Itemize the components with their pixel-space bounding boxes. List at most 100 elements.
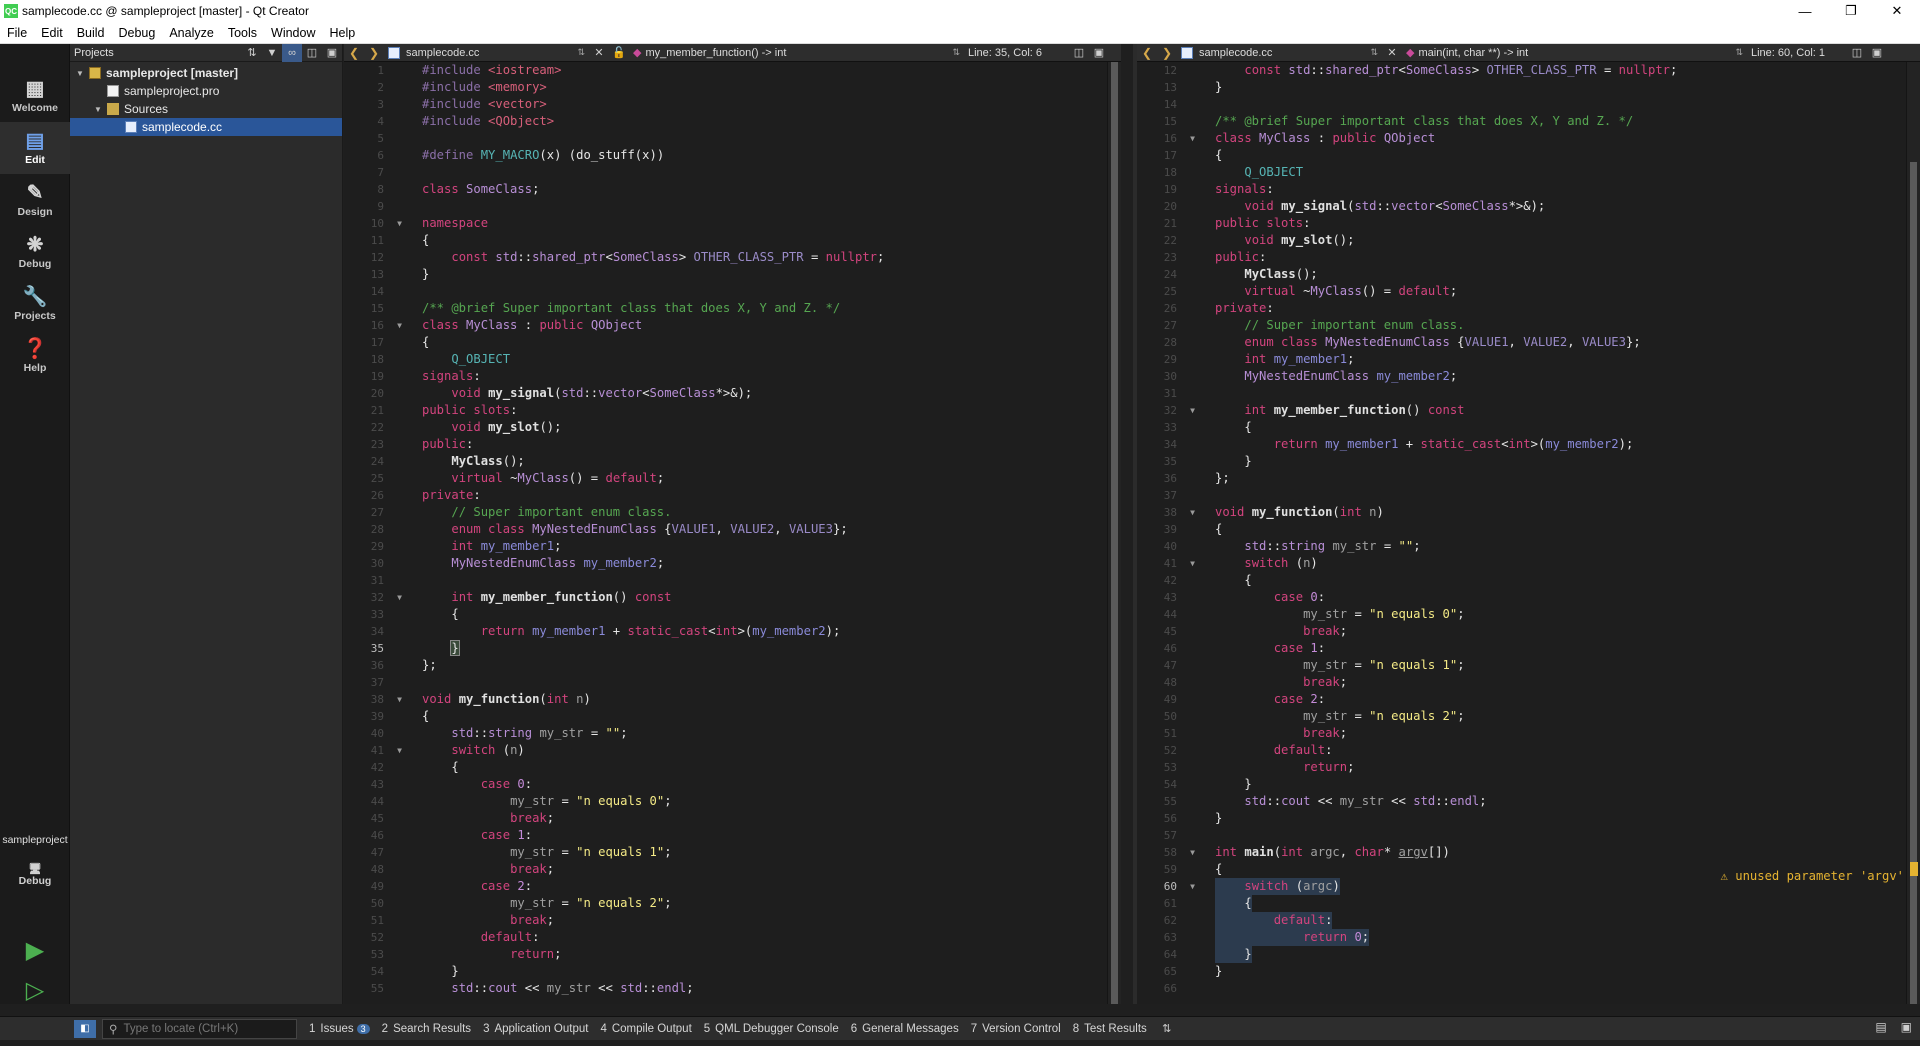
code-line[interactable]: }	[1215, 810, 1900, 827]
code-line[interactable]: }	[422, 266, 1101, 283]
code-line[interactable]: #include <iostream>	[422, 62, 1101, 79]
code-line[interactable]	[1215, 96, 1900, 113]
tree-item-sources[interactable]: ▼ Sources	[70, 100, 342, 118]
close-pane-icon[interactable]: ▣	[322, 44, 342, 62]
code-line[interactable]: break;	[1215, 623, 1900, 640]
code-line[interactable]: break;	[422, 912, 1101, 929]
split-icon[interactable]: ◫	[1069, 44, 1089, 62]
code-line[interactable]: return;	[422, 946, 1101, 963]
code-line[interactable]: #include <memory>	[422, 79, 1101, 96]
chevron-updown-icon[interactable]: ⇅	[1157, 1020, 1177, 1038]
split-icon[interactable]: ◫	[1847, 44, 1867, 62]
code-line[interactable]: break;	[422, 861, 1101, 878]
link-icon[interactable]: ∞	[282, 43, 302, 62]
forward-arrow-icon[interactable]: ❯	[364, 46, 384, 60]
output-tab-qml-debugger-console[interactable]: 5 QML Debugger Console	[704, 1023, 839, 1035]
code-line[interactable]	[422, 130, 1101, 147]
code-line[interactable]: public:	[1215, 249, 1900, 266]
code-line[interactable]: my_str = "n equals 2";	[1215, 708, 1900, 725]
tree-item-samplecode[interactable]: samplecode.cc	[70, 118, 342, 136]
code-line[interactable]: int my_member_function() const	[1215, 402, 1900, 419]
code-line[interactable]: const std::shared_ptr<SomeClass> OTHER_C…	[422, 249, 1101, 266]
tree-expand-icon[interactable]: ▼	[74, 69, 86, 78]
close-document-icon[interactable]: ✕	[1382, 44, 1402, 62]
symbol-combo[interactable]: ◆ my_member_function() -> int ⇅	[629, 44, 964, 62]
code-line[interactable]: {	[422, 232, 1101, 249]
menu-window[interactable]: Window	[264, 26, 322, 40]
left-code-area[interactable]: 1 2 3 4 5 6 7 8 9 10 ▼ 11 12 13 14 15 16 ▼ 17 18 19 20 21 22 23 2…	[344, 62, 1121, 1004]
menu-debug[interactable]: Debug	[112, 26, 163, 40]
fold-marker-icon[interactable]: ▼	[1190, 878, 1195, 895]
code-line[interactable]	[422, 674, 1101, 691]
code-line[interactable]: case 0:	[1215, 589, 1900, 606]
scrollbar-thumb[interactable]	[1111, 62, 1118, 1004]
code-line[interactable]: int my_member1;	[422, 538, 1101, 555]
code-line[interactable]: public slots:	[422, 402, 1101, 419]
mode-welcome[interactable]: ▦ Welcome	[0, 70, 70, 122]
file-combo[interactable]: samplecode.cc ⇅	[384, 44, 589, 62]
code-line[interactable]: break;	[422, 810, 1101, 827]
code-line[interactable]: {	[1215, 147, 1900, 164]
fold-marker-icon[interactable]: ▼	[397, 215, 402, 232]
fold-marker-icon[interactable]: ▼	[1190, 844, 1195, 861]
code-line[interactable]: // Super important enum class.	[1215, 317, 1900, 334]
output-tab-issues[interactable]: 1 Issues 3	[309, 1023, 370, 1035]
code-line[interactable]: void my_signal(std::vector<SomeClass*>&)…	[422, 385, 1101, 402]
filter-icon[interactable]: ▼	[262, 44, 282, 62]
code-line[interactable]: class MyClass : public QObject	[422, 317, 1101, 334]
tree-item-project[interactable]: ▼ sampleproject [master]	[70, 64, 342, 82]
code-line[interactable]: std::string my_str = "";	[422, 725, 1101, 742]
code-line[interactable]: std::string my_str = "";	[1215, 538, 1900, 555]
code-line[interactable]	[1215, 827, 1900, 844]
code-line[interactable]: virtual ~MyClass() = default;	[422, 470, 1101, 487]
code-line[interactable]: enum class MyNestedEnumClass {VALUE1, VA…	[1215, 334, 1900, 351]
code-line[interactable]: }	[1215, 79, 1900, 96]
code-line[interactable]: case 0:	[422, 776, 1101, 793]
code-line[interactable]	[422, 164, 1101, 181]
locator-input[interactable]: ⚲ Type to locate (Ctrl+K)	[102, 1018, 297, 1039]
code-line[interactable]: MyClass();	[1215, 266, 1900, 283]
menu-help[interactable]: Help	[322, 26, 362, 40]
code-line[interactable]: }	[1215, 963, 1900, 980]
cursor-position[interactable]: Line: 60, Col: 1	[1747, 44, 1847, 62]
code-line[interactable]: Q_OBJECT	[1215, 164, 1900, 181]
code-line[interactable]: return;	[1215, 759, 1900, 776]
code-line[interactable]	[1215, 487, 1900, 504]
code-line[interactable]: int my_member1;	[1215, 351, 1900, 368]
output-tab-general-messages[interactable]: 6 General Messages	[851, 1023, 959, 1035]
output-tab-version-control[interactable]: 7 Version Control	[971, 1023, 1061, 1035]
output-tab-search-results[interactable]: 2 Search Results	[382, 1023, 471, 1035]
code-line[interactable]: case 1:	[422, 827, 1101, 844]
toggle-sidebar-button[interactable]: ◧	[74, 1019, 96, 1038]
code-line[interactable]: my_str = "n equals 0";	[1215, 606, 1900, 623]
code-line[interactable]: case 2:	[422, 878, 1101, 895]
progress-details-icon[interactable]: ▤	[1875, 1020, 1886, 1034]
fold-marker-icon[interactable]: ▼	[397, 742, 402, 759]
maximize-button[interactable]: ❐	[1828, 0, 1874, 22]
code-line[interactable]: const std::shared_ptr<SomeClass> OTHER_C…	[1215, 62, 1900, 79]
scrollbar-thumb[interactable]	[1910, 162, 1917, 1004]
debug-run-button[interactable]: ▷	[0, 972, 70, 1008]
mode-debug[interactable]: ❋ Debug	[0, 226, 70, 278]
code-line[interactable]: {	[422, 606, 1101, 623]
code-line[interactable]: #include <vector>	[422, 96, 1101, 113]
output-tab-application-output[interactable]: 3 Application Output	[483, 1023, 588, 1035]
left-editor[interactable]: ❮ ❯ samplecode.cc ⇅ ✕ 🔓 ◆ my_member_func…	[344, 44, 1121, 1004]
code-line[interactable]: void my_signal(std::vector<SomeClass*>&)…	[1215, 198, 1900, 215]
back-arrow-icon[interactable]: ❮	[1137, 46, 1157, 60]
code-line[interactable]	[422, 572, 1101, 589]
close-window-button[interactable]: ✕	[1874, 0, 1920, 22]
vertical-scrollbar[interactable]	[1906, 62, 1920, 1004]
output-pane-toggle-icon[interactable]: ▣	[1901, 1020, 1912, 1034]
fold-marker-icon[interactable]: ▼	[1190, 130, 1195, 147]
back-arrow-icon[interactable]: ❮	[344, 46, 364, 60]
code-line[interactable]: // Super important enum class.	[422, 504, 1101, 521]
code-line[interactable]: }	[1215, 453, 1900, 470]
code-line[interactable]: }	[422, 963, 1101, 980]
code-line[interactable]: MyNestedEnumClass my_member2;	[422, 555, 1101, 572]
code-line[interactable]	[422, 283, 1101, 300]
code-line[interactable]: default:	[422, 929, 1101, 946]
code-line[interactable]: enum class MyNestedEnumClass {VALUE1, VA…	[422, 521, 1101, 538]
code-line[interactable]: };	[422, 657, 1101, 674]
forward-arrow-icon[interactable]: ❯	[1157, 46, 1177, 60]
